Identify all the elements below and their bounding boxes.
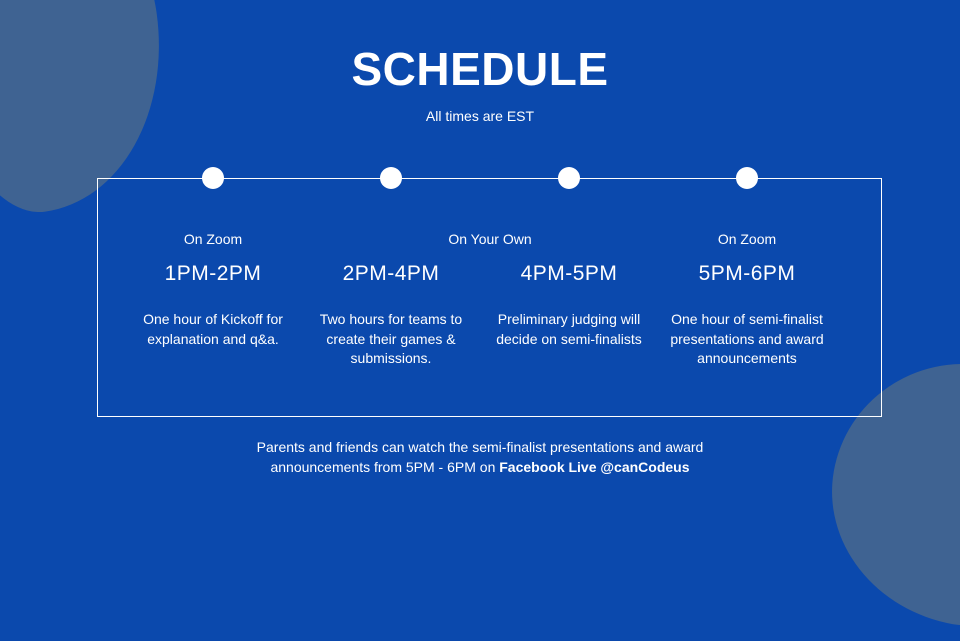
column-1-time: 1PM-2PM (164, 262, 262, 285)
timeline-box (97, 178, 882, 417)
footer-note: Parents and friends can watch the semi-f… (0, 438, 960, 477)
footer-line-2-text: announcements from 5PM - 6PM on (270, 458, 500, 475)
footer-line-2: announcements from 5PM - 6PM on Facebook… (0, 458, 960, 478)
timeline-dot-1 (202, 167, 224, 189)
column-3-description: Preliminary judging will decide on semi-… (496, 311, 642, 347)
page-title: SCHEDULE (351, 43, 609, 95)
facebook-live-handle: Facebook Live @canCodeus (499, 458, 690, 475)
column-3-time: 4PM-5PM (520, 262, 618, 285)
column-1-location: On Zoom (183, 231, 243, 247)
timeline-dot-4 (736, 167, 758, 189)
footer-line-1: Parents and friends can watch the semi-f… (256, 439, 704, 455)
shared-location: On Your Own (448, 231, 532, 247)
timeline-dot-2 (380, 167, 402, 189)
column-4-time: 5PM-6PM (698, 262, 796, 285)
column-2-time: 2PM-4PM (342, 262, 440, 285)
column-2-description: Two hours for teams to create their game… (319, 311, 463, 366)
timeline-dot-3 (558, 167, 580, 189)
column-4-description: One hour of semi-finalist presentations … (670, 311, 824, 366)
column-1-description: One hour of Kickoff for explanation and … (143, 311, 283, 347)
column-4-location: On Zoom (717, 231, 777, 247)
page-subtitle: All times are EST (425, 108, 535, 124)
